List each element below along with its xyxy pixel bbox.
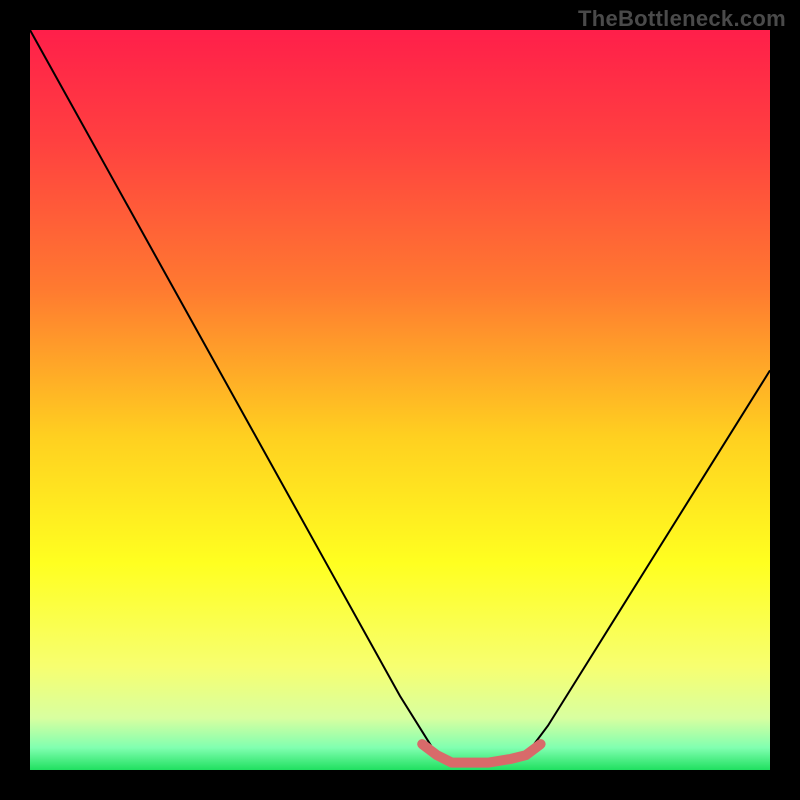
minimum-plateau <box>422 744 540 763</box>
chart-stage: TheBottleneck.com <box>0 0 800 800</box>
chart-lines <box>30 30 770 770</box>
attribution-label: TheBottleneck.com <box>578 6 786 32</box>
main-curve <box>30 30 770 763</box>
plot-area <box>30 30 770 770</box>
